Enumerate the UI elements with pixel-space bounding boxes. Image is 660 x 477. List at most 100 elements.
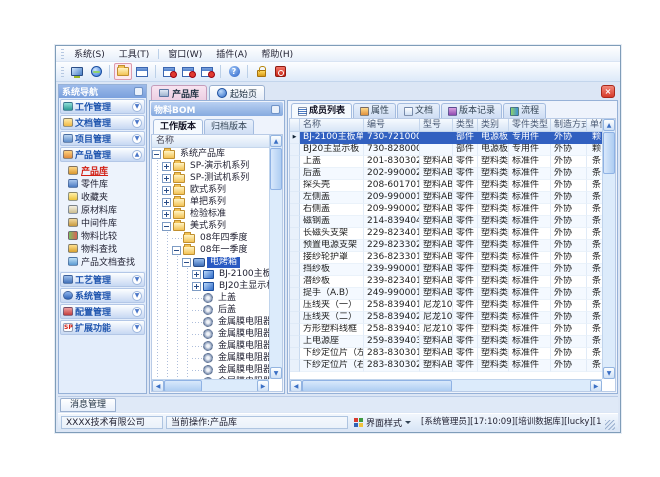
- tab-起始页[interactable]: 起始页: [209, 85, 265, 100]
- chevron-down-icon[interactable]: ▼: [132, 102, 142, 112]
- layout-window-button[interactable]: [133, 63, 151, 80]
- tree-node-金属膜电阻器[interactable]: 金属膜电阻器: [152, 316, 269, 328]
- tree-node-金属膜电阻器[interactable]: 金属膜电阻器: [152, 364, 269, 376]
- sidebar-section-产品管理[interactable]: 产品管理▲: [60, 147, 145, 162]
- resize-grip[interactable]: [605, 420, 615, 430]
- tree-node-金属膜电阻器[interactable]: 金属膜电阻器: [152, 340, 269, 352]
- table-row[interactable]: 压线夹（二）258-839402-00E尼龙1010零件塑料类标准件外协条: [290, 312, 602, 324]
- collapse-icon[interactable]: [152, 150, 161, 159]
- interface-style-button[interactable]: 界面样式: [351, 416, 414, 429]
- sidebar-item-中间件库[interactable]: 中间件库: [59, 216, 146, 229]
- table-row[interactable]: 探头壳208-601701-01E塑料ABS零件塑料类标准件外协条: [290, 180, 602, 192]
- folder-open-button[interactable]: [114, 63, 132, 80]
- table-row[interactable]: 接纱轮护罩236-823301-00E塑料ABS零件塑料类标准件外协条: [290, 252, 602, 264]
- help-button[interactable]: [225, 63, 243, 80]
- tree-node-后盖[interactable]: 后盖: [152, 304, 269, 316]
- menu-item-2[interactable]: 窗口(W): [161, 46, 209, 61]
- tree-node-上盖[interactable]: 上盖: [152, 292, 269, 304]
- sidebar-item-原材料库[interactable]: 原材料库: [59, 203, 146, 216]
- close-tab-button[interactable]: ×: [601, 85, 615, 98]
- scroll-up-icon[interactable]: ▲: [603, 119, 615, 131]
- scroll-down-icon[interactable]: ▼: [603, 367, 615, 379]
- column-header-制造方式[interactable]: 制造方式: [551, 119, 587, 132]
- table-row[interactable]: 磁钢盖214-839404-01E塑料ABS零件塑料类标准件外协条: [290, 216, 602, 228]
- table-row[interactable]: 左侧盖209-990001-01E塑料ABS零件塑料类标准件外协条: [290, 192, 602, 204]
- table-vertical-scrollbar[interactable]: ▲ ▼: [602, 119, 615, 379]
- menu-item-3[interactable]: 插件(A): [209, 46, 254, 61]
- tree-node-BJ-2100主板单点[interactable]: BJ-2100主板单点: [152, 268, 269, 280]
- collapse-icon[interactable]: [162, 222, 171, 231]
- collapse-icon[interactable]: [182, 258, 191, 267]
- sidebar-section-工艺管理[interactable]: 工艺管理▼: [60, 272, 145, 287]
- table-horizontal-scrollbar[interactable]: ◀ ▶: [290, 379, 602, 391]
- scrollbar-thumb[interactable]: [164, 380, 202, 392]
- chevron-up-icon[interactable]: ▲: [132, 150, 142, 160]
- tab-文档[interactable]: 文档: [397, 103, 440, 118]
- exit-button[interactable]: [271, 63, 289, 80]
- sidebar-item-物料查找[interactable]: 物料查找: [59, 242, 146, 255]
- sidebar-section-文档管理[interactable]: 文档管理▼: [60, 115, 145, 130]
- expand-icon[interactable]: [162, 210, 171, 219]
- close-window-button[interactable]: [198, 63, 216, 80]
- table-row[interactable]: 方形塑料线框258-839403-00E尼龙1010零件塑料类标准件外协条: [290, 324, 602, 336]
- column-header-类别[interactable]: 类别: [478, 119, 509, 132]
- table-row[interactable]: 下纱定位片（右）283-830302-00E塑料ABS零件塑料类标准件外协条: [290, 360, 602, 372]
- scroll-up-icon[interactable]: ▲: [270, 135, 282, 147]
- expand-icon[interactable]: [162, 162, 171, 171]
- table-row[interactable]: 预置电源支架229-823302-00E塑料ABS零件塑料类标准件外协条: [290, 240, 602, 252]
- table-row[interactable]: 下纱定位片（左）283-830301-00E塑料ABS零件塑料类标准件外协条: [290, 348, 602, 360]
- tab-工作版本[interactable]: 工作版本: [153, 119, 203, 134]
- expand-icon[interactable]: [162, 186, 171, 195]
- tab-版本记录[interactable]: 版本记录: [441, 103, 502, 118]
- table-row[interactable]: 长磁头支架229-823401-00E塑料ABS零件塑料类标准件外协条: [290, 228, 602, 240]
- tree-node-单把系列[interactable]: 单把系列: [152, 196, 269, 208]
- sidebar-item-零件库[interactable]: 零件库: [59, 177, 146, 190]
- sidebar-section-系统管理[interactable]: 系统管理▼: [60, 288, 145, 303]
- tree-node-BJ20主显示板[interactable]: BJ20主显示板: [152, 280, 269, 292]
- column-header-型号[interactable]: 型号: [420, 119, 453, 132]
- sidebar-section-工作管理[interactable]: 工作管理▼: [60, 99, 145, 114]
- table-row[interactable]: 后盖202-990002-01E塑料ABS零件塑料类标准件外协条: [290, 168, 602, 180]
- column-header-零件类型[interactable]: 零件类型: [509, 119, 551, 132]
- tree-node-SP-测试机系列[interactable]: SP-测试机系列: [152, 172, 269, 184]
- tab-归档版本[interactable]: 归档版本: [204, 119, 254, 134]
- column-header-类型[interactable]: 类型: [453, 119, 478, 132]
- tree-node-金属膜电阻器[interactable]: 金属膜电阻器: [152, 328, 269, 340]
- message-management-tab[interactable]: 消息管理: [60, 398, 116, 412]
- scrollbar-thumb[interactable]: [302, 380, 452, 392]
- refresh-window-button[interactable]: [179, 63, 197, 80]
- menubar-grip[interactable]: [61, 49, 64, 59]
- column-header-编号[interactable]: 编号: [364, 119, 420, 132]
- column-header-单位[interactable]: 单位: [587, 119, 602, 132]
- tree-node-欧式系列[interactable]: 欧式系列: [152, 184, 269, 196]
- scroll-left-icon[interactable]: ◀: [290, 380, 302, 392]
- tree-node-美式系列[interactable]: 美式系列: [152, 220, 269, 232]
- chevron-down-icon[interactable]: ▼: [132, 323, 142, 333]
- new-window-button[interactable]: [160, 63, 178, 80]
- table-row[interactable]: BJ20主显示板730-828000-04E部件电源板专用件外协颗: [290, 144, 602, 156]
- tree-node-SP-演示机系列[interactable]: SP-演示机系列: [152, 160, 269, 172]
- table-row[interactable]: 上盖201-830302-00E塑料ABS零件塑料类标准件外协条: [290, 156, 602, 168]
- expand-icon[interactable]: [192, 270, 201, 279]
- table-row[interactable]: 上电源座259-839403-00E塑料ABS零件塑料类标准件外协条: [290, 336, 602, 348]
- tree-node-08年一季度[interactable]: 08年一季度: [152, 244, 269, 256]
- sidebar-item-产品文档查找[interactable]: 产品文档查找: [59, 255, 146, 268]
- scroll-left-icon[interactable]: ◀: [152, 380, 164, 392]
- column-header-名称[interactable]: 名称: [300, 119, 364, 132]
- lock-button[interactable]: [252, 63, 270, 80]
- sidebar-section-项目管理[interactable]: 项目管理▼: [60, 131, 145, 146]
- globe-button[interactable]: [87, 63, 105, 80]
- chevron-down-icon[interactable]: ▼: [132, 307, 142, 317]
- table-row[interactable]: ▶BJ-2100主板单点730-721000-12E部件电源板专用件外协颗: [290, 132, 602, 144]
- tree-node-检验标准[interactable]: 检验标准: [152, 208, 269, 220]
- table-row[interactable]: 右侧盖209-990002-01E塑料ABS零件塑料类标准件外协条: [290, 204, 602, 216]
- toolbar-grip[interactable]: [61, 67, 64, 77]
- chevron-down-icon[interactable]: ▼: [132, 134, 142, 144]
- sidebar-item-物料比较[interactable]: 物料比较: [59, 229, 146, 242]
- tab-流程[interactable]: 流程: [503, 103, 546, 118]
- sidebar-section-配置管理[interactable]: 配置管理▼: [60, 304, 145, 319]
- tree-node-金属膜电阻器[interactable]: 金属膜电阻器: [152, 352, 269, 364]
- tree-horizontal-scrollbar[interactable]: ◀ ▶: [152, 379, 269, 391]
- tree-vertical-scrollbar[interactable]: ▲ ▼: [269, 135, 282, 379]
- tree-node-系统产品库[interactable]: 系统产品库: [152, 148, 269, 160]
